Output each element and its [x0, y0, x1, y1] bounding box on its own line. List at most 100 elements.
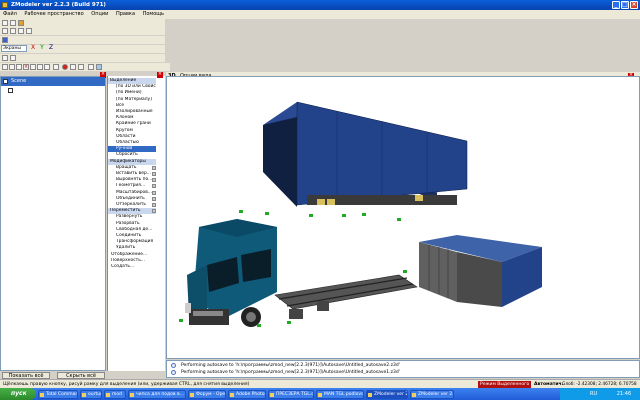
visibility-checkbox[interactable]: [8, 88, 13, 93]
taskbar-button[interactable]: ourtug: [80, 390, 102, 399]
menu-options[interactable]: Опции: [88, 10, 111, 19]
modify-command-item[interactable]: Соединить: [108, 233, 156, 239]
save-icon[interactable]: [16, 64, 22, 70]
select-command-item[interactable]: Изолированные: [108, 109, 156, 115]
menu-file[interactable]: Файл: [0, 10, 20, 19]
z-axis-icon[interactable]: Z: [48, 45, 54, 52]
modify-command-item[interactable]: Объединить: [108, 196, 156, 202]
modify-command-item[interactable]: Трансформация: [108, 239, 156, 245]
selection-mode-badge[interactable]: Режим Выделенного: [478, 381, 532, 388]
select-command-item[interactable]: Ручной: [108, 146, 156, 153]
command-close-icon[interactable]: ×: [157, 72, 163, 78]
select-command-item[interactable]: Сбросить: [108, 152, 156, 158]
extra-command-item[interactable]: Создать...: [108, 264, 156, 270]
taskbar-button[interactable]: Форум - Opera: [188, 390, 226, 399]
extra-command-item[interactable]: Поверхность...: [108, 258, 156, 264]
x-axis-icon[interactable]: X: [30, 45, 36, 52]
command-label: Свободная де...: [116, 226, 153, 232]
unlink-icon[interactable]: [10, 55, 16, 61]
menu-help[interactable]: Помощь: [140, 10, 167, 19]
close-button[interactable]: ×: [630, 1, 638, 9]
3d-viewport[interactable]: [166, 76, 640, 359]
grid-icon[interactable]: [70, 64, 76, 70]
taskbar-button-label: ZModeler ver 2.2.3 (...: [418, 392, 454, 397]
arrow-icon[interactable]: [2, 20, 8, 26]
undo-icon[interactable]: [44, 64, 50, 70]
show-all-button[interactable]: Показать всё: [2, 372, 50, 379]
options-icon[interactable]: [152, 209, 156, 214]
rotate-icon[interactable]: [10, 28, 16, 34]
taskbar-button[interactable]: Adobe Photoshop -...: [228, 390, 266, 399]
tree-root-item[interactable]: Scene: [1, 77, 105, 86]
view-icon[interactable]: [26, 28, 32, 34]
zoom-icon[interactable]: [10, 20, 16, 26]
copy-icon[interactable]: [30, 64, 36, 70]
select-command-item[interactable]: Кругом: [108, 128, 156, 134]
open-icon[interactable]: [9, 64, 15, 70]
taskbar-button[interactable]: ZModeler ver 2.2.3 (...: [366, 390, 408, 399]
delete-icon[interactable]: ×: [23, 64, 29, 70]
extra-command-item[interactable]: Отображение...: [108, 252, 156, 258]
drop-icon[interactable]: [2, 37, 8, 43]
command-label: Вставить вер...: [116, 171, 151, 176]
modify-command-item[interactable]: Вращать: [108, 165, 156, 171]
start-button[interactable]: пуск: [0, 388, 36, 400]
options-icon[interactable]: [152, 172, 156, 176]
maximize-button[interactable]: □: [621, 1, 629, 9]
modify-command-item[interactable]: Удалить: [108, 245, 156, 251]
light-icon[interactable]: [18, 20, 24, 26]
visibility-checkbox[interactable]: [3, 79, 8, 84]
y-axis-icon[interactable]: Y: [39, 45, 45, 52]
paste-icon[interactable]: [37, 64, 43, 70]
taskbar-button[interactable]: чипса для подов в...: [128, 390, 186, 399]
select-command-item[interactable]: Клоном: [108, 115, 156, 121]
taskbar-button[interactable]: mod: [104, 390, 126, 399]
options-icon[interactable]: [152, 178, 156, 183]
record-icon[interactable]: [62, 64, 68, 70]
select-group-header[interactable]: Выделение: [108, 78, 156, 84]
app-icon: [270, 393, 274, 397]
modify-command-item[interactable]: Геометрия...: [108, 183, 156, 189]
options-icon[interactable]: [152, 203, 156, 207]
new-icon[interactable]: [2, 64, 8, 70]
language-indicator[interactable]: RU: [590, 391, 597, 397]
select-command-item[interactable]: [по Материалу]: [108, 97, 156, 103]
taskbar-button[interactable]: ZModeler ver 2.2.3 (...: [410, 390, 454, 399]
link-icon[interactable]: [2, 55, 8, 61]
render-icon[interactable]: [96, 64, 102, 70]
select-command-item[interactable]: [по 3D или Свойс...: [108, 84, 156, 90]
hide-all-button[interactable]: Скрыть всё: [57, 372, 105, 379]
modify-command-item[interactable]: Переместить: [108, 208, 156, 215]
menu-workspace[interactable]: Рабочее пространство: [21, 10, 86, 19]
options-icon[interactable]: [152, 196, 156, 201]
taskbar-button[interactable]: ПРЕСЗЕРА TGL.oxe...: [268, 390, 314, 399]
modify-command-item[interactable]: Вставить вер...: [108, 171, 156, 177]
redo-icon[interactable]: [53, 64, 59, 70]
options-icon[interactable]: [152, 190, 156, 195]
modify-command-item[interactable]: Масштабиров...: [108, 190, 156, 196]
toolbar-row-3: [0, 36, 165, 44]
mesh-icon[interactable]: [88, 64, 94, 70]
scale-icon[interactable]: [18, 28, 24, 34]
select-command-item[interactable]: Области: [108, 134, 156, 140]
taskbar-button[interactable]: MAN TGL podlovosc...: [316, 390, 364, 399]
options-icon[interactable]: [152, 184, 156, 189]
minimize-button[interactable]: _: [612, 1, 620, 9]
clock: 21:46: [616, 391, 632, 397]
modify-command-item[interactable]: Развернуть: [108, 214, 156, 220]
select-command-item[interactable]: Областью: [108, 140, 156, 146]
menu-edit[interactable]: Правка: [113, 10, 138, 19]
options-icon[interactable]: [152, 165, 156, 170]
select-command-item[interactable]: Крайние грани: [108, 121, 156, 127]
select-command-item[interactable]: Всё: [108, 103, 156, 109]
modify-command-item[interactable]: Отзеркалить: [108, 202, 156, 208]
move-icon[interactable]: [2, 28, 8, 34]
material-icon[interactable]: [78, 64, 84, 70]
taskbar-button[interactable]: Total Commander: [38, 390, 78, 399]
modify-group-header[interactable]: Модификаторы: [108, 158, 156, 165]
modify-command-item[interactable]: Свободная де...: [108, 227, 156, 233]
select-command-item[interactable]: [по Имени]: [108, 90, 156, 96]
mode-select[interactable]: Экраны: [1, 45, 27, 52]
modify-command-item[interactable]: Выровнять по...: [108, 177, 156, 183]
modify-command-item[interactable]: Разорвать: [108, 221, 156, 227]
